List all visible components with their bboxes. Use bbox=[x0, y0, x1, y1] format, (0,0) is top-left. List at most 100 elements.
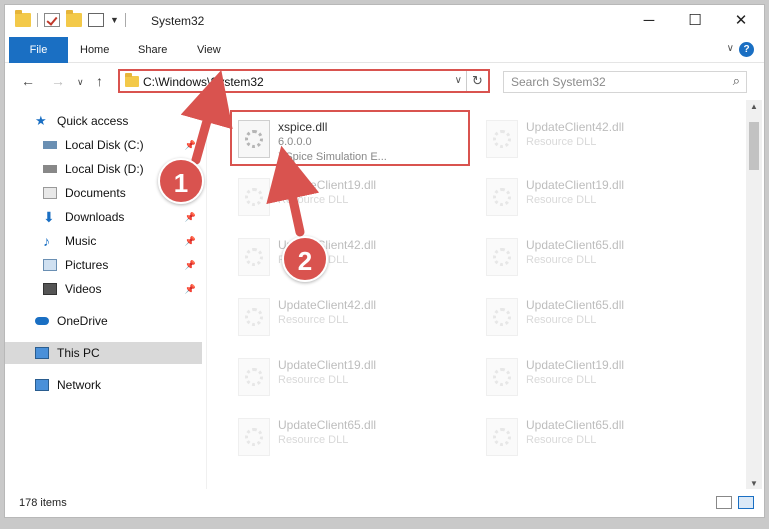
chevron-down-icon[interactable]: ∨ bbox=[455, 75, 462, 86]
vertical-scrollbar[interactable]: ▲ ▼ bbox=[746, 100, 762, 490]
file-name: UpdateClient19.dll bbox=[526, 178, 625, 192]
star-icon: ★ bbox=[35, 113, 47, 128]
back-arrow-icon[interactable]: ← bbox=[21, 73, 35, 89]
minimize-button[interactable]: ─ bbox=[626, 5, 672, 35]
documents-icon bbox=[43, 187, 57, 199]
sidebar-item-local-disk-c[interactable]: Local Disk (C:) 📌 bbox=[5, 134, 202, 156]
pin-icon[interactable]: 📌 bbox=[185, 212, 196, 223]
file-description: Resource DLL bbox=[278, 434, 349, 446]
expand-ribbon-icon[interactable]: ∨ bbox=[727, 43, 734, 54]
file-name: UpdateClient42.dll bbox=[278, 298, 377, 312]
tab-view[interactable]: View bbox=[197, 37, 221, 63]
scrollbar-thumb[interactable] bbox=[749, 122, 759, 170]
address-bar[interactable]: C:\Windows\System32 ∨ ↻ bbox=[118, 69, 490, 93]
search-input[interactable]: Search System32 ⌕ bbox=[503, 71, 747, 93]
file-item[interactable]: UpdateClient65.dll Resource DLL bbox=[478, 290, 718, 342]
window-title: System32 bbox=[151, 14, 205, 28]
sidebar-item-onedrive[interactable]: OneDrive bbox=[5, 310, 202, 332]
tab-home[interactable]: Home bbox=[80, 37, 109, 63]
sidebar-item-videos[interactable]: Videos 📌 bbox=[5, 278, 202, 300]
dll-file-icon bbox=[486, 120, 518, 158]
sidebar-item-label: Network bbox=[57, 378, 102, 392]
title-bar: ▼ System32 ─ ☐ ✕ bbox=[5, 5, 764, 37]
gear-icon bbox=[493, 308, 511, 326]
search-placeholder: Search System32 bbox=[511, 75, 606, 89]
pin-icon[interactable]: 📌 bbox=[185, 236, 196, 247]
file-item[interactable]: UpdateClient42.dll Resource DLL bbox=[230, 290, 470, 342]
gear-icon bbox=[245, 368, 263, 386]
refresh-icon[interactable]: ↻ bbox=[466, 71, 488, 91]
sidebar-item-label: Downloads bbox=[65, 210, 125, 224]
sidebar-item-downloads[interactable]: ⬇ Downloads 📌 bbox=[5, 206, 202, 228]
highlight-box bbox=[230, 110, 470, 166]
chevron-down-icon[interactable]: ▼ bbox=[110, 15, 119, 25]
file-item[interactable]: UpdateClient42.dll Resource DLL bbox=[478, 112, 718, 164]
file-description: Resource DLL bbox=[526, 314, 597, 326]
file-list: xspice.dll 6.0.0.0 XSpice Simulation E..… bbox=[210, 100, 742, 485]
navigation-bar: ← → ∨ ↑ C:\Windows\System32 ∨ ↻ Search S… bbox=[5, 65, 764, 97]
file-description: Resource DLL bbox=[526, 254, 597, 266]
address-path[interactable]: C:\Windows\System32 bbox=[143, 75, 264, 89]
gear-icon bbox=[245, 308, 263, 326]
file-name: UpdateClient65.dll bbox=[526, 298, 625, 312]
file-description: Resource DLL bbox=[526, 374, 597, 386]
dll-file-icon bbox=[238, 238, 270, 276]
search-icon[interactable]: ⌕ bbox=[733, 73, 740, 89]
file-item[interactable]: UpdateClient65.dll Resource DLL bbox=[478, 230, 718, 282]
up-arrow-icon[interactable]: ↑ bbox=[96, 73, 103, 89]
file-description: Resource DLL bbox=[526, 434, 597, 446]
sidebar-item-network[interactable]: Network bbox=[5, 374, 202, 396]
properties-check-icon[interactable] bbox=[44, 13, 60, 27]
scroll-up-icon[interactable]: ▲ bbox=[746, 102, 762, 111]
pin-icon[interactable]: 📌 bbox=[185, 140, 196, 151]
ribbon-tabs: File Home Share View ∨ ? bbox=[5, 37, 764, 63]
file-item[interactable]: UpdateClient65.dll Resource DLL bbox=[478, 410, 718, 462]
forward-arrow-icon[interactable]: → bbox=[51, 73, 65, 89]
sidebar-item-this-pc[interactable]: This PC bbox=[5, 342, 202, 364]
file-name: UpdateClient65.dll bbox=[526, 238, 625, 252]
file-name: UpdateClient19.dll bbox=[278, 178, 377, 192]
recent-locations-icon[interactable]: ∨ bbox=[77, 77, 84, 88]
sidebar-item-quick-access[interactable]: ★ Quick access bbox=[5, 110, 202, 132]
file-item[interactable]: UpdateClient19.dll Resource DLL bbox=[230, 350, 470, 402]
pin-icon[interactable]: 📌 bbox=[185, 260, 196, 271]
toolbar-divider bbox=[37, 13, 38, 27]
sidebar-item-music[interactable]: ♪ Music 📌 bbox=[5, 230, 202, 252]
dll-file-icon bbox=[238, 358, 270, 396]
help-icon[interactable]: ? bbox=[739, 42, 754, 57]
close-button[interactable]: ✕ bbox=[718, 5, 764, 35]
file-name: UpdateClient65.dll bbox=[526, 418, 625, 432]
new-folder-icon[interactable] bbox=[66, 10, 82, 27]
sidebar-item-label: Music bbox=[65, 234, 97, 248]
item-count: 178 items bbox=[19, 497, 67, 509]
folder-icon bbox=[125, 73, 139, 87]
details-view-icon[interactable] bbox=[716, 496, 732, 509]
dll-file-icon bbox=[238, 298, 270, 336]
sidebar-item-label: Documents bbox=[65, 186, 126, 200]
customize-toolbar-icon[interactable] bbox=[88, 13, 104, 27]
sidebar-item-label: OneDrive bbox=[57, 314, 108, 328]
toolbar-divider bbox=[124, 13, 126, 27]
gear-icon bbox=[493, 428, 511, 446]
status-bar: 178 items bbox=[5, 489, 764, 517]
file-item[interactable]: UpdateClient65.dll Resource DLL bbox=[230, 410, 470, 462]
cloud-icon bbox=[35, 317, 49, 325]
scroll-down-icon[interactable]: ▼ bbox=[746, 479, 762, 488]
pane-divider[interactable] bbox=[206, 100, 207, 490]
pin-icon[interactable]: 📌 bbox=[185, 284, 196, 295]
gear-icon bbox=[493, 368, 511, 386]
maximize-button[interactable]: ☐ bbox=[672, 5, 718, 35]
tab-file[interactable]: File bbox=[9, 37, 68, 63]
file-name: UpdateClient19.dll bbox=[526, 358, 625, 372]
tab-share[interactable]: Share bbox=[138, 37, 167, 63]
tiles-view-icon[interactable] bbox=[738, 496, 754, 509]
callout-two: 2 bbox=[282, 236, 328, 282]
file-item[interactable]: UpdateClient42.dll Resource DLL bbox=[230, 230, 470, 282]
file-description: Resource DLL bbox=[278, 194, 349, 206]
pictures-icon bbox=[43, 259, 57, 271]
file-item[interactable]: UpdateClient19.dll Resource DLL bbox=[478, 350, 718, 402]
sidebar-item-pictures[interactable]: Pictures 📌 bbox=[5, 254, 202, 276]
folder-icon bbox=[15, 10, 31, 27]
file-item[interactable]: UpdateClient19.dll Resource DLL bbox=[230, 170, 470, 222]
file-item[interactable]: UpdateClient19.dll Resource DLL bbox=[478, 170, 718, 222]
